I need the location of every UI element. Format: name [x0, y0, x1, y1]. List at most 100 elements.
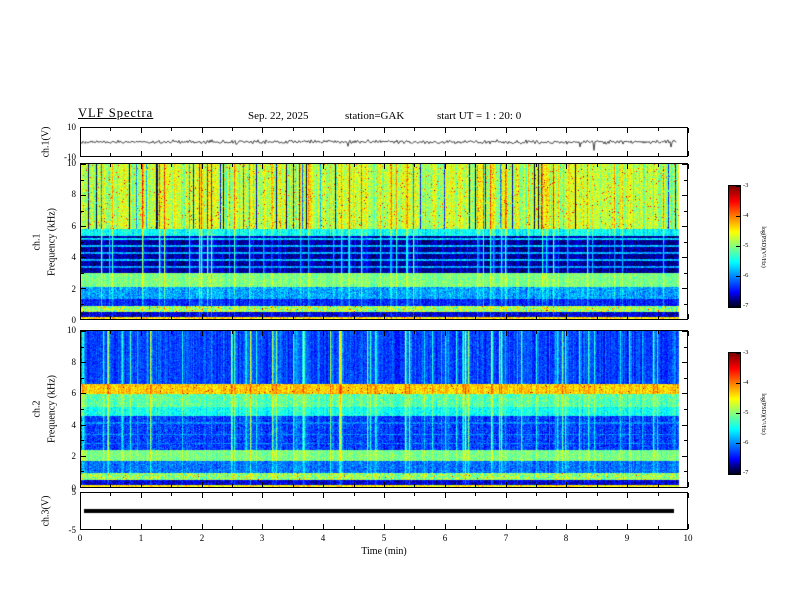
tick-mark [81, 456, 86, 457]
tick-mark [506, 314, 507, 319]
x-tick-label: 4 [311, 533, 335, 543]
x-tick-label: 1 [129, 533, 153, 543]
y-tick-label: 4 [52, 252, 76, 262]
tick-mark [262, 164, 263, 169]
colorbar-tick-label: -6 [743, 439, 748, 446]
tick-mark [141, 151, 142, 156]
colorbar-tick-label: -4 [743, 379, 748, 386]
tick-mark [445, 151, 446, 156]
tick-mark [232, 331, 233, 334]
tick-mark [597, 526, 598, 529]
tick-mark [202, 331, 203, 336]
colorbar-tick-label: -7 [743, 469, 748, 476]
y-tick-label: 2 [52, 451, 76, 461]
tick-mark [384, 128, 385, 133]
tick-mark [232, 164, 233, 167]
time-axis-label: Time (min) [361, 546, 406, 557]
tick-mark [202, 314, 203, 319]
tick-mark [682, 393, 687, 394]
tick-mark [232, 484, 233, 487]
tick-mark [682, 456, 687, 457]
tick-mark [658, 128, 659, 131]
tick-mark [81, 425, 86, 426]
tick-mark [323, 493, 324, 498]
tick-mark [597, 331, 598, 334]
tick-mark [597, 316, 598, 319]
colorbar-tick-label: -7 [743, 302, 748, 309]
tick-mark [293, 493, 294, 496]
tick-mark [536, 164, 537, 167]
tick-mark [684, 471, 687, 472]
tick-mark [323, 482, 324, 487]
tick-mark [81, 180, 84, 181]
y-tick-label: 8 [52, 357, 76, 367]
tick-mark [658, 164, 659, 167]
y-tick-label: 6 [52, 388, 76, 398]
tick-mark [80, 493, 81, 498]
ch1-voltage-axis-label: ch.1(V) [41, 127, 52, 158]
tick-mark [81, 319, 86, 320]
tick-mark [475, 316, 476, 319]
tick-mark [384, 482, 385, 487]
tick-mark [566, 151, 567, 156]
tick-mark [688, 493, 689, 498]
y-tick-label: 8 [52, 189, 76, 199]
tick-mark [141, 493, 142, 498]
tick-mark [110, 331, 111, 334]
tick-mark [566, 164, 567, 169]
tick-mark [566, 128, 567, 133]
plot-date: Sep. 22, 2025 [248, 110, 309, 122]
tick-mark [171, 128, 172, 131]
colorbar-tick-label: -3 [743, 349, 748, 356]
tick-mark [354, 526, 355, 529]
tick-mark [414, 164, 415, 167]
tick-mark [81, 195, 86, 196]
tick-mark [80, 524, 81, 529]
y-tick-label: 4 [52, 420, 76, 430]
tick-mark [658, 331, 659, 334]
x-tick-label: 3 [250, 533, 274, 543]
tick-mark [80, 151, 81, 156]
tick-mark [81, 273, 84, 274]
tick-mark [323, 151, 324, 156]
tick-mark [262, 482, 263, 487]
tick-mark [682, 331, 687, 332]
tick-mark [354, 331, 355, 334]
tick-mark [445, 482, 446, 487]
tick-mark [536, 493, 537, 496]
tick-mark [262, 331, 263, 336]
tick-mark [597, 153, 598, 156]
tick-mark [506, 331, 507, 336]
tick-mark [414, 316, 415, 319]
spec2-frequency-axis-label: Frequency (kHz) [47, 375, 58, 443]
tick-mark [262, 493, 263, 498]
tick-mark [354, 493, 355, 496]
colorbar-tick-label: -4 [743, 212, 748, 219]
tick-mark [141, 482, 142, 487]
ch2-spectrogram-panel [80, 330, 688, 488]
tick-mark [597, 164, 598, 167]
tick-mark [232, 128, 233, 131]
tick-mark [323, 314, 324, 319]
tick-mark [81, 440, 84, 441]
tick-mark [682, 164, 687, 165]
tick-mark [354, 128, 355, 131]
y-tick-label: 5 [52, 487, 76, 497]
y-tick-label: 10 [52, 325, 76, 335]
tick-mark [81, 471, 84, 472]
tick-mark [110, 493, 111, 496]
tick-mark [536, 316, 537, 319]
tick-mark [414, 526, 415, 529]
spec1-frequency-axis-label: Frequency (kHz) [47, 207, 58, 275]
tick-mark [414, 153, 415, 156]
tick-mark [566, 314, 567, 319]
colorbar-tick-label: -5 [743, 409, 748, 416]
vlf-spectra-figure: VLF Spectra Sep. 22, 2025 station=GAK st… [0, 0, 792, 612]
tick-mark [736, 443, 740, 444]
tick-mark [384, 524, 385, 529]
tick-mark [627, 314, 628, 319]
tick-mark [566, 331, 567, 336]
x-tick-label: 0 [68, 533, 92, 543]
tick-mark [658, 526, 659, 529]
tick-mark [202, 482, 203, 487]
